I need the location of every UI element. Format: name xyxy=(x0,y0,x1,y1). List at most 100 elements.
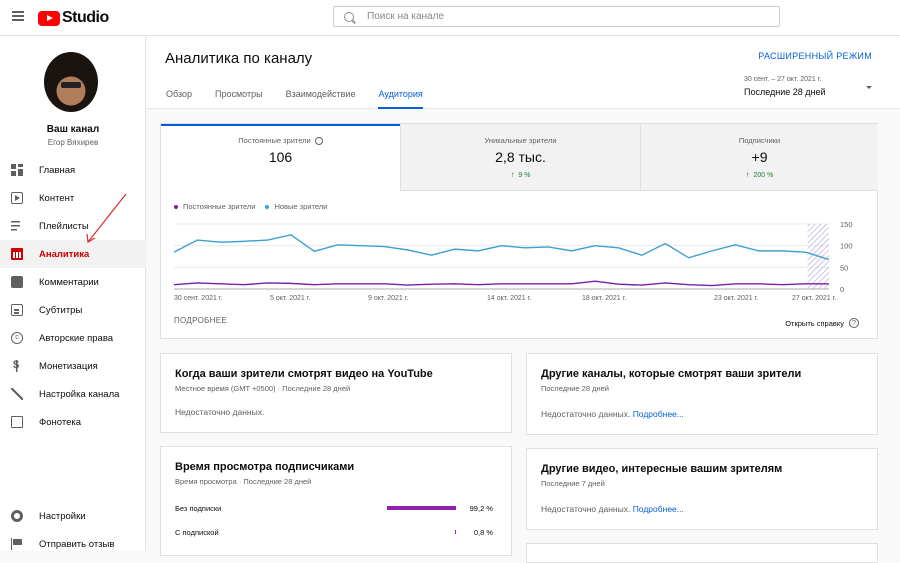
y-tick-label: 0 xyxy=(840,285,844,294)
date-range-picker[interactable]: 30 сент. – 27 окт. 2021 г. Последние 28 … xyxy=(744,76,826,97)
top-bar: Studio Поиск на канале xyxy=(0,0,900,36)
sidebar-item-label: Плейлисты xyxy=(39,220,89,232)
metric-unique-viewers[interactable]: Уникальные зрители 2,8 тыс. ↑ 9 % xyxy=(400,124,640,191)
legend-label: Постоянные зрители xyxy=(183,202,256,211)
menu-icon[interactable] xyxy=(12,11,24,21)
comments-icon xyxy=(11,276,23,288)
sidebar-item-label: Контент xyxy=(39,192,75,204)
progress-bar xyxy=(386,506,456,510)
x-tick-label: 14 окт. 2021 г. xyxy=(487,295,531,302)
metric-value: 106 xyxy=(268,149,293,165)
sidebar-item-label: Главная xyxy=(39,164,76,176)
metric-subscribers[interactable]: Подписчики +9 ↑ 200 % xyxy=(640,124,878,191)
legend-item-new: Новые зрители xyxy=(265,202,327,211)
sidebar-item-subtitles[interactable]: Субтитры xyxy=(0,296,146,324)
x-tick-label: 18 окт. 2021 г. xyxy=(582,295,626,302)
card-body-text: Недостаточно данных. xyxy=(541,504,631,514)
studio-logo-text: Studio xyxy=(62,9,109,26)
metric-label: Уникальные зрители xyxy=(484,136,557,145)
other-channels-card: Другие каналы, которые смотрят ваши зрит… xyxy=(526,353,878,435)
metric-delta-value: 200 % xyxy=(753,172,774,179)
sidebar-item-label: Фонотека xyxy=(39,416,82,428)
sidebar-item-label: Монетизация xyxy=(39,360,98,372)
channel-avatar[interactable] xyxy=(44,52,98,112)
subtitles-icon xyxy=(11,304,23,316)
card-subtitle: Местное время (GMT +0500) · Последние 28… xyxy=(175,384,351,393)
subscriber-watch-time-card: Время просмотра подписчиками Время просм… xyxy=(160,446,512,556)
card-title: Другие каналы, которые смотрят ваши зрит… xyxy=(541,368,802,380)
sidebar-item-label: Отправить отзыв xyxy=(39,538,115,550)
card-body-text: Недостаточно данных. xyxy=(541,409,631,419)
card-body: Недостаточно данных. Подробнее... xyxy=(541,409,684,419)
y-tick-label: 150 xyxy=(840,220,853,229)
other-videos-card: Другие видео, интересные вашим зрителям … xyxy=(526,448,878,530)
advanced-mode-button[interactable]: РАСШИРЕННЫЙ РЕЖИМ xyxy=(758,51,872,61)
sidebar-item-customization[interactable]: Настройка канала xyxy=(0,380,146,408)
y-tick-label: 50 xyxy=(840,263,848,272)
main-content: Аналитика по каналу РАСШИРЕННЫЙ РЕЖИМ Об… xyxy=(147,36,900,563)
customization-icon xyxy=(11,388,23,400)
row-value: 99,2 % xyxy=(469,504,493,513)
sidebar-item-comments[interactable]: Комментарии xyxy=(0,268,146,296)
card-title: Когда ваши зрители смотрят видео на YouT… xyxy=(175,368,433,380)
channel-owner: Егор Вяхирев xyxy=(47,138,99,147)
sidebar-item-label: Комментарии xyxy=(39,276,99,288)
tab-reach[interactable]: Просмотры xyxy=(215,89,263,109)
card-body: Недостаточно данных. xyxy=(175,407,265,417)
sidebar-item-monetization[interactable]: Монетизация xyxy=(0,352,146,380)
more-link[interactable]: Подробнее... xyxy=(633,504,684,514)
arrow-up-icon: ↑ xyxy=(745,170,750,179)
search-input[interactable]: Поиск на канале xyxy=(333,6,780,27)
progress-track xyxy=(386,506,456,510)
x-tick-label: 30 сент. 2021 г. xyxy=(174,295,223,302)
tab-audience[interactable]: Аудитория xyxy=(378,89,424,109)
sidebar-item-feedback[interactable]: Отправить отзыв xyxy=(0,530,146,558)
chevron-down-icon[interactable] xyxy=(866,86,872,89)
settings-icon xyxy=(11,510,23,522)
metric-value: +9 xyxy=(751,149,768,165)
search-placeholder: Поиск на канале xyxy=(367,11,444,22)
x-tick-label: 27 окт. 2021 г. xyxy=(792,295,836,302)
feedback-icon xyxy=(11,538,23,550)
card-subtitle: Последние 7 дней xyxy=(541,479,605,488)
sidebar-item-label: Аналитика xyxy=(39,248,90,260)
content-icon xyxy=(11,192,23,204)
clock-icon xyxy=(314,136,323,145)
sidebar-item-settings[interactable]: Настройки xyxy=(0,502,146,530)
legend-dot xyxy=(265,204,270,209)
youtube-logo-icon xyxy=(38,10,60,26)
row-value: 0,8 % xyxy=(473,528,493,537)
x-tick-label: 23 окт. 2021 г. xyxy=(714,295,758,302)
playlist-icon xyxy=(11,220,23,232)
sidebar-item-label: Субтитры xyxy=(39,304,83,316)
more-details-link[interactable]: ПОДРОБНЕЕ xyxy=(174,316,227,325)
audience-metrics-card: Постоянные зрители 106 Уникальные зрител… xyxy=(160,123,878,339)
legend-label: Новые зрители xyxy=(274,202,328,211)
card-subtitle: Время просмотра · Последние 28 дней xyxy=(175,477,312,486)
date-range-dates: 30 сент. – 27 окт. 2021 г. xyxy=(744,76,822,83)
progress-bar xyxy=(454,530,456,534)
sidebar-item-dashboard[interactable]: Главная xyxy=(0,156,146,184)
help-icon: ? xyxy=(849,318,859,328)
search-icon xyxy=(344,11,354,22)
dashboard-icon xyxy=(11,164,23,176)
sidebar: Ваш канал Егор Вяхирев Главная Контент П… xyxy=(0,36,146,551)
sidebar-item-copyright[interactable]: c Авторские права xyxy=(0,324,146,352)
metric-label: Подписчики xyxy=(738,136,781,145)
audience-line-chart: 150 100 50 0 30 сент. 2021 г. 5 окт. 2021 г. 9… xyxy=(173,220,853,302)
card-title: Другие видео, интересные вашим зрителям xyxy=(541,463,783,475)
metric-returning-viewers[interactable]: Постоянные зрители 106 xyxy=(161,124,400,191)
metric-delta: ↑ 9 % xyxy=(401,170,640,179)
help-link[interactable]: Открыть справку? xyxy=(785,318,859,328)
metric-delta: ↑ 200 % xyxy=(641,170,878,179)
more-link[interactable]: Подробнее... xyxy=(633,409,684,419)
studio-logo[interactable]: Studio xyxy=(38,9,109,27)
row-label: С подпиской xyxy=(175,528,219,537)
audio-library-icon xyxy=(11,416,23,428)
progress-track xyxy=(386,530,456,534)
annotation-arrow xyxy=(86,193,127,243)
series-line-returning-viewers xyxy=(173,280,829,287)
tab-engagement[interactable]: Взаимодействие xyxy=(286,89,356,109)
sidebar-item-audio-library[interactable]: Фонотека xyxy=(0,408,146,436)
tab-overview[interactable]: Обзор xyxy=(166,89,192,109)
